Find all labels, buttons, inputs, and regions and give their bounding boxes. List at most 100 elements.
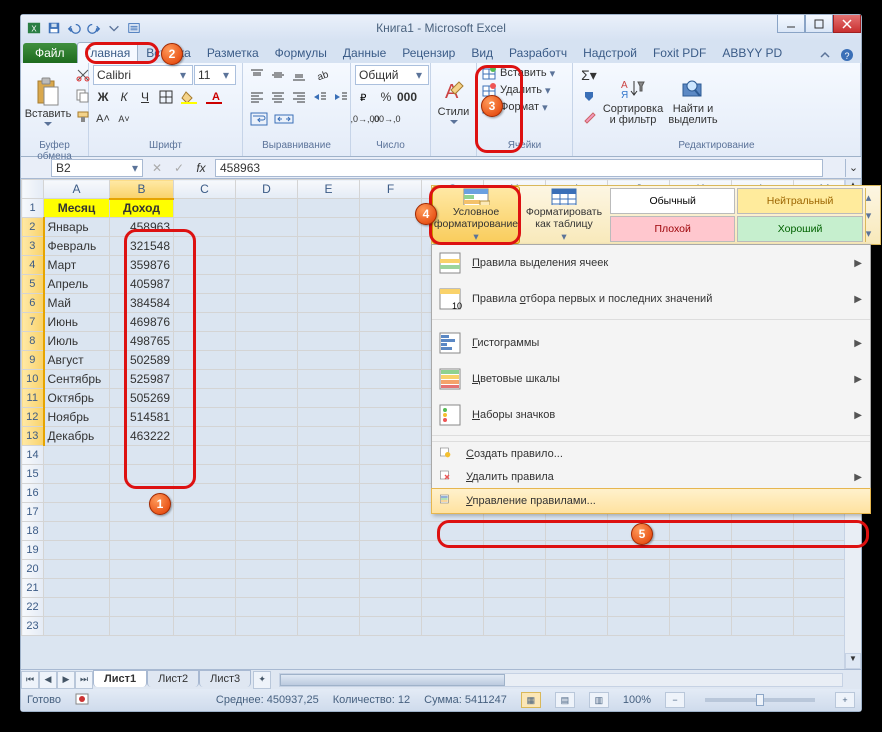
close-button[interactable] bbox=[833, 15, 861, 33]
view-page-layout-icon[interactable]: ▤ bbox=[555, 692, 575, 708]
row-header-2[interactable]: 2 bbox=[22, 218, 44, 237]
row-header-18[interactable]: 18 bbox=[22, 522, 44, 541]
row-header-13[interactable]: 13 bbox=[22, 427, 44, 446]
cell-F16[interactable] bbox=[360, 484, 422, 503]
cell-D10[interactable] bbox=[236, 370, 298, 389]
cell-E21[interactable] bbox=[298, 579, 360, 598]
cell-K23[interactable] bbox=[670, 617, 732, 636]
cell-D8[interactable] bbox=[236, 332, 298, 351]
horizontal-scrollbar[interactable] bbox=[279, 673, 843, 687]
cell-E7[interactable] bbox=[298, 313, 360, 332]
cell-B22[interactable] bbox=[110, 598, 174, 617]
cell-F10[interactable] bbox=[360, 370, 422, 389]
cell-L19[interactable] bbox=[732, 541, 794, 560]
ribbon-customize-icon[interactable] bbox=[125, 19, 143, 37]
cell-E3[interactable] bbox=[298, 237, 360, 256]
cell-C3[interactable] bbox=[174, 237, 236, 256]
cell-A19[interactable] bbox=[44, 541, 110, 560]
cell-F22[interactable] bbox=[360, 598, 422, 617]
cell-L23[interactable] bbox=[732, 617, 794, 636]
cell-D19[interactable] bbox=[236, 541, 298, 560]
cell-G22[interactable] bbox=[422, 598, 484, 617]
maximize-button[interactable] bbox=[805, 15, 833, 33]
cell-C11[interactable] bbox=[174, 389, 236, 408]
cell-F15[interactable] bbox=[360, 465, 422, 484]
sheet-nav-prev-icon[interactable]: ◀ bbox=[39, 671, 57, 689]
column-header-E[interactable]: E bbox=[298, 180, 360, 199]
tab-review[interactable]: Рецензир bbox=[394, 42, 463, 63]
style-swatch-2[interactable]: Плохой bbox=[610, 216, 735, 242]
insert-cells-button[interactable]: Вставить▾ bbox=[481, 65, 568, 81]
row-header-9[interactable]: 9 bbox=[22, 351, 44, 370]
cell-A7[interactable]: Июнь bbox=[44, 313, 110, 332]
cell-I22[interactable] bbox=[546, 598, 608, 617]
cell-E6[interactable] bbox=[298, 294, 360, 313]
cell-G19[interactable] bbox=[422, 541, 484, 560]
cell-A1[interactable]: Месяц bbox=[44, 199, 110, 218]
row-header-6[interactable]: 6 bbox=[22, 294, 44, 313]
menu-item-top-bottom-rules[interactable]: 10Правила отбора первых и последних знач… bbox=[432, 281, 870, 317]
cell-C9[interactable] bbox=[174, 351, 236, 370]
select-all-corner[interactable] bbox=[22, 180, 44, 199]
fill-button[interactable] bbox=[577, 86, 601, 106]
cell-C10[interactable] bbox=[174, 370, 236, 389]
cell-H23[interactable] bbox=[484, 617, 546, 636]
cell-B4[interactable]: 359876 bbox=[110, 256, 174, 275]
row-header-5[interactable]: 5 bbox=[22, 275, 44, 294]
cell-D14[interactable] bbox=[236, 446, 298, 465]
decrease-font-icon[interactable]: A˅ bbox=[114, 109, 134, 129]
tab-addins[interactable]: Надстрой bbox=[575, 42, 645, 63]
sheet-nav-first-icon[interactable]: ⏮ bbox=[21, 671, 39, 689]
find-select-button[interactable]: Найти и выделить bbox=[665, 65, 721, 137]
border-button[interactable] bbox=[156, 87, 176, 107]
sheet-nav-last-icon[interactable]: ⏭ bbox=[75, 671, 93, 689]
font-name-combo[interactable]: Calibri▾ bbox=[93, 65, 193, 85]
menu-item-clear-rules[interactable]: Удалить правила▶ bbox=[432, 465, 870, 489]
cell-D11[interactable] bbox=[236, 389, 298, 408]
cell-J22[interactable] bbox=[608, 598, 670, 617]
cell-E18[interactable] bbox=[298, 522, 360, 541]
increase-indent-icon[interactable] bbox=[331, 87, 351, 107]
italic-button[interactable]: К bbox=[114, 87, 134, 107]
row-header-17[interactable]: 17 bbox=[22, 503, 44, 522]
cell-A18[interactable] bbox=[44, 522, 110, 541]
cell-A9[interactable]: Август bbox=[44, 351, 110, 370]
cell-C19[interactable] bbox=[174, 541, 236, 560]
format-as-table-button[interactable]: Форматировать как таблицу▾ bbox=[520, 186, 608, 244]
cell-F3[interactable] bbox=[360, 237, 422, 256]
cell-B9[interactable]: 502589 bbox=[110, 351, 174, 370]
qat-more-icon[interactable] bbox=[105, 19, 123, 37]
cell-A4[interactable]: Март bbox=[44, 256, 110, 275]
cell-D17[interactable] bbox=[236, 503, 298, 522]
cell-E22[interactable] bbox=[298, 598, 360, 617]
align-left-icon[interactable] bbox=[247, 87, 267, 107]
cell-A14[interactable] bbox=[44, 446, 110, 465]
cell-A5[interactable]: Апрель bbox=[44, 275, 110, 294]
cell-K19[interactable] bbox=[670, 541, 732, 560]
cell-J23[interactable] bbox=[608, 617, 670, 636]
row-header-11[interactable]: 11 bbox=[22, 389, 44, 408]
cell-A23[interactable] bbox=[44, 617, 110, 636]
cell-D3[interactable] bbox=[236, 237, 298, 256]
cell-C13[interactable] bbox=[174, 427, 236, 446]
cell-F11[interactable] bbox=[360, 389, 422, 408]
cell-A16[interactable] bbox=[44, 484, 110, 503]
zoom-in-button[interactable]: + bbox=[835, 692, 855, 708]
minimize-ribbon-icon[interactable] bbox=[817, 47, 833, 63]
cancel-edit-icon[interactable]: ✕ bbox=[147, 158, 167, 178]
cell-D7[interactable] bbox=[236, 313, 298, 332]
cell-E15[interactable] bbox=[298, 465, 360, 484]
cell-I20[interactable] bbox=[546, 560, 608, 579]
cell-B19[interactable] bbox=[110, 541, 174, 560]
formula-bar-expand-icon[interactable]: ⌄ bbox=[845, 159, 861, 177]
excel-app-icon[interactable]: X bbox=[25, 19, 43, 37]
macro-record-icon[interactable] bbox=[75, 692, 89, 709]
cell-E9[interactable] bbox=[298, 351, 360, 370]
cell-B12[interactable]: 514581 bbox=[110, 408, 174, 427]
cell-A21[interactable] bbox=[44, 579, 110, 598]
increase-font-icon[interactable]: A˄ bbox=[93, 109, 113, 129]
menu-item-data-bars[interactable]: Гистограммы▶ bbox=[432, 325, 870, 361]
cell-B15[interactable] bbox=[110, 465, 174, 484]
cell-F8[interactable] bbox=[360, 332, 422, 351]
cell-B8[interactable]: 498765 bbox=[110, 332, 174, 351]
